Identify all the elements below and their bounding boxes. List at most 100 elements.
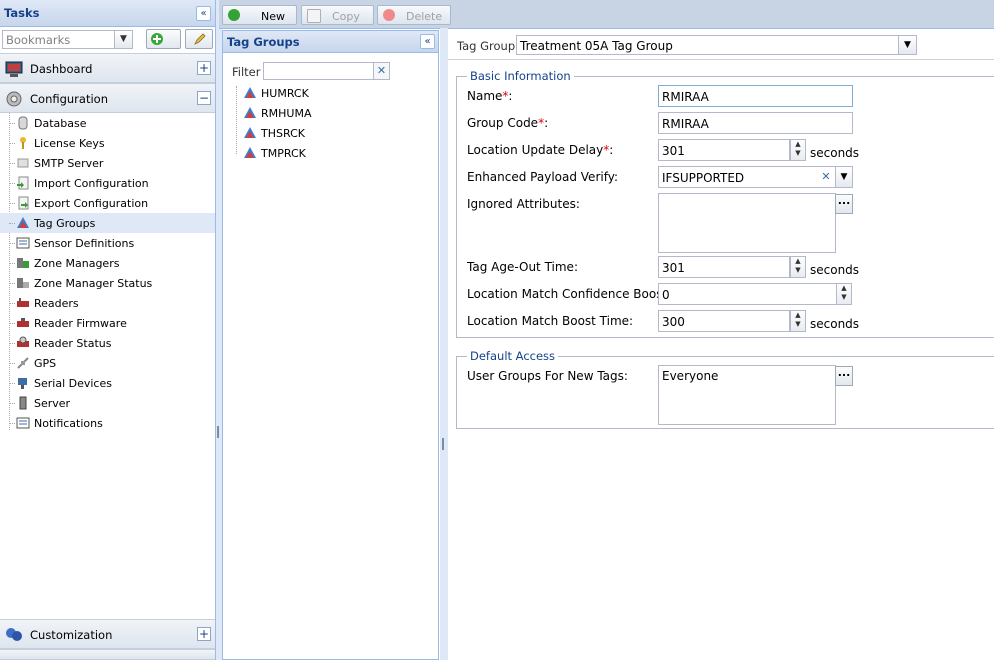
user-groups-field[interactable]: Everyone	[658, 365, 836, 425]
dashboard-icon	[5, 61, 23, 77]
add-bookmark-button[interactable]	[146, 29, 181, 49]
tree-item-gps[interactable]: GPS	[0, 353, 215, 373]
name-label: Name*:	[467, 89, 512, 103]
user-groups-browse-button[interactable]: ...	[835, 366, 853, 386]
enhanced-payload-combo[interactable]: IFSUPPORTED ✕ ▼	[658, 166, 853, 188]
import-icon	[17, 176, 29, 190]
filter-label: Filter	[232, 65, 261, 79]
section-more[interactable]	[0, 649, 215, 660]
tree-connector	[9, 143, 15, 144]
expand-icon[interactable]: +	[197, 627, 211, 641]
ignored-attributes-field[interactable]	[658, 193, 836, 253]
export-icon	[18, 196, 29, 210]
tree-item-reader-status[interactable]: Reader Status	[0, 333, 215, 353]
tree-item-sensor-definitions[interactable]: Sensor Definitions	[0, 233, 215, 253]
tree-item-export-configuration[interactable]: Export Configuration	[0, 193, 215, 213]
tag-groups-panel: Tag Groups «	[222, 30, 439, 660]
clear-icon[interactable]: ✕	[817, 167, 835, 187]
tree-item-zone-manager-status[interactable]: Zone Manager Status	[0, 273, 215, 293]
add-icon	[151, 33, 163, 45]
database-icon	[18, 116, 28, 130]
group-code-field[interactable]: RMIRAA	[658, 112, 853, 134]
ignored-attributes-browse-button[interactable]: ...	[835, 194, 853, 214]
filter-input[interactable]	[263, 62, 374, 80]
serial-devices-icon	[18, 378, 27, 389]
tree-item-label: GPS	[34, 357, 57, 370]
copy-label: Copy	[332, 10, 360, 23]
confidence-boost-value: 0	[662, 288, 670, 302]
key-icon	[20, 137, 26, 149]
spinner-icon[interactable]: ▲ ▼	[790, 310, 806, 332]
splitter-handle[interactable]	[442, 438, 447, 450]
boost-time-field[interactable]: 300	[658, 310, 790, 332]
tree-connector	[9, 203, 15, 204]
section-configuration[interactable]: Configuration −	[0, 83, 215, 113]
chevron-down-icon[interactable]: ▼	[114, 31, 132, 48]
tag-group-select[interactable]: Treatment 05A Tag Group ▼	[516, 35, 917, 55]
bookmarks-placeholder: Bookmarks	[6, 33, 71, 47]
tree-item-import-configuration[interactable]: Import Configuration	[0, 173, 215, 193]
tag-group-icon	[244, 127, 256, 138]
tree-connector	[9, 183, 15, 184]
tree-item-label: Import Configuration	[34, 177, 149, 190]
tree-item-zone-managers[interactable]: Zone Managers	[0, 253, 215, 273]
tree-item-reader-firmware[interactable]: Reader Firmware	[0, 313, 215, 333]
tree-item-server[interactable]: Server	[0, 393, 215, 413]
tag-groups-header: Tag Groups «	[223, 31, 438, 53]
tag-group-select-label: Tag Group:	[457, 39, 520, 53]
tree-item-license-keys[interactable]: License Keys	[0, 133, 215, 153]
tree-item-readers[interactable]: Readers	[0, 293, 215, 313]
tag-age-out-field[interactable]: 301	[658, 256, 790, 278]
tag-group-icon	[17, 217, 29, 228]
expand-icon[interactable]: +	[197, 61, 211, 75]
group-code-value: RMIRAA	[662, 117, 709, 131]
copy-icon	[307, 9, 321, 23]
tree-item-notifications[interactable]: Notifications	[0, 413, 215, 433]
collapse-tag-groups-icon[interactable]: «	[420, 34, 435, 49]
tag-age-out-value: 301	[662, 261, 685, 275]
right-splitter[interactable]	[440, 28, 448, 660]
tree-item-smtp-server[interactable]: SMTP Server	[0, 153, 215, 173]
new-label: New	[261, 10, 285, 23]
tree-item-label: Readers	[34, 297, 79, 310]
confidence-boost-label: Location Match Confidence Boost:	[467, 287, 672, 301]
tag-group-select-value: Treatment 05A Tag Group	[520, 39, 673, 53]
spinner-icon[interactable]: ▲ ▼	[790, 139, 806, 161]
tag-group-label: THSRCK	[261, 127, 305, 140]
new-button[interactable]: New	[222, 5, 297, 25]
basic-information-legend: Basic Information	[467, 69, 574, 83]
location-update-delay-field[interactable]: 301	[658, 139, 790, 161]
tag-age-out-unit: seconds	[810, 263, 860, 277]
tag-tree-guide	[236, 86, 238, 154]
gps-icon	[17, 357, 29, 369]
tree-item-label: Sensor Definitions	[34, 237, 135, 250]
zone-manager-status-icon	[17, 278, 29, 288]
enhanced-payload-label: Enhanced Payload Verify:	[467, 170, 618, 184]
section-label: Dashboard	[30, 62, 93, 76]
enhanced-payload-value: IFSUPPORTED	[662, 171, 745, 185]
spinner-icon[interactable]: ▲ ▼	[836, 283, 852, 305]
tree-item-tag-groups[interactable]: Tag Groups	[0, 213, 215, 233]
tag-group-label: RMHUMA	[261, 107, 312, 120]
section-customization[interactable]: Customization +	[0, 619, 215, 649]
tree-item-serial-devices[interactable]: Serial Devices	[0, 373, 215, 393]
tree-connector	[9, 363, 15, 364]
bookmarks-combo[interactable]: Bookmarks ▼	[2, 30, 133, 49]
tag-group-label: HUMRCK	[261, 87, 309, 100]
name-field[interactable]: RMIRAA	[658, 85, 853, 107]
location-update-delay-unit: seconds	[810, 146, 860, 160]
tree-item-database[interactable]: Database	[0, 113, 215, 133]
copy-button[interactable]: Copy	[301, 5, 374, 25]
section-dashboard[interactable]: Dashboard +	[0, 53, 215, 83]
delete-button[interactable]: Delete	[377, 5, 451, 25]
edit-bookmarks-button[interactable]	[185, 29, 213, 49]
collapse-tasks-icon[interactable]: «	[196, 6, 211, 21]
chevron-down-icon[interactable]: ▼	[835, 167, 852, 187]
confidence-boost-field[interactable]: 0	[658, 283, 837, 305]
spinner-icon[interactable]: ▲ ▼	[790, 256, 806, 278]
collapse-icon[interactable]: −	[197, 91, 211, 105]
chevron-down-icon[interactable]: ▼	[898, 36, 916, 54]
label-colon: :	[508, 89, 513, 103]
location-update-delay-label: Location Update Delay*:	[467, 143, 613, 157]
clear-filter-icon[interactable]: ✕	[373, 62, 390, 80]
